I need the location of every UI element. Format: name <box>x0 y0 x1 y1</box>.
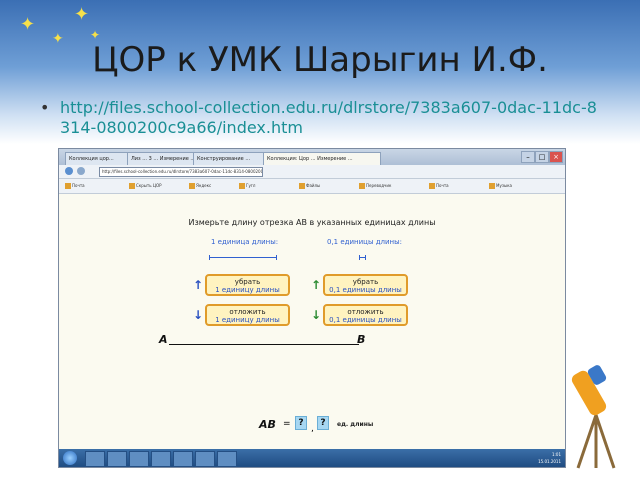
taskbar-app-icon[interactable] <box>129 451 149 467</box>
arrow-up-icon: ↑ <box>193 278 204 292</box>
taskbar-app-icon[interactable] <box>217 451 237 467</box>
equals-sign: = <box>283 419 291 429</box>
task-text: Измерьте длину отрезка AB в указанных ед… <box>188 218 436 227</box>
taskbar-app-icon[interactable] <box>107 451 127 467</box>
decimal-comma: , <box>311 424 314 434</box>
bullet-item: • http://files.school-collection.edu.ru/… <box>40 98 604 138</box>
point-a-label: A <box>159 333 168 346</box>
unit1-label: 1 единица длины: <box>211 238 279 246</box>
embedded-browser-screenshot: Коллекция цор... Лиз ... 3 ... Измерение… <box>58 148 566 468</box>
bullet-dot: • <box>40 98 50 117</box>
browser-tab[interactable]: Конструирование ... <box>193 152 267 165</box>
unit01-ruler <box>359 255 366 260</box>
toolbar-item[interactable]: Яндекс <box>189 182 211 190</box>
maximize-icon[interactable]: □ <box>535 151 549 163</box>
firefox-icon[interactable] <box>151 451 171 467</box>
bookmark-icon <box>299 183 305 189</box>
toolbar-item[interactable]: Почта <box>429 182 449 190</box>
remove-unit1-button[interactable]: убрать 1 единицу длины <box>205 274 290 296</box>
resource-link[interactable]: http://files.school-collection.edu.ru/dl… <box>44 98 604 138</box>
unit01-label: 0,1 единицы длины: <box>327 238 403 246</box>
arrow-up-icon: ↑ <box>311 278 322 292</box>
toolbar-item[interactable]: Гугл <box>239 182 255 190</box>
address-bar-row: http://files.school-collection.edu.ru/dl… <box>59 165 565 179</box>
start-button-icon[interactable] <box>63 451 77 465</box>
arrow-down-icon: ↓ <box>193 308 204 322</box>
sparkle-icon: ✦ <box>20 14 36 35</box>
taskbar-app-icon[interactable] <box>195 451 215 467</box>
bookmark-icon <box>189 183 195 189</box>
bookmark-icon <box>489 183 495 189</box>
point-b-label: B <box>357 333 366 346</box>
skype-icon[interactable] <box>173 451 193 467</box>
windows-taskbar: 1:01 15.01.2011 <box>59 449 565 467</box>
back-icon[interactable] <box>65 167 73 175</box>
close-icon[interactable]: × <box>549 151 563 163</box>
system-tray-clock: 1:01 15.01.2011 <box>538 452 561 464</box>
exercise-area: Измерьте длину отрезка AB в указанных ед… <box>59 194 565 449</box>
sparkle-icon: ✦ <box>74 4 90 25</box>
browser-tab[interactable]: Лиз ... 3 ... Измерение ... <box>127 152 197 165</box>
browser-tab-bar: Коллекция цор... Лиз ... 3 ... Измерение… <box>59 149 565 165</box>
toolbar-item[interactable]: Почта <box>65 182 85 190</box>
address-input[interactable]: http://files.school-collection.edu.ru/dl… <box>99 167 263 177</box>
add-unit01-button[interactable]: отложить 0,1 единицы длины <box>323 304 408 326</box>
browser-tab-active[interactable]: Коллекция: Цор ... Измерение ... <box>263 152 381 165</box>
slide-title: ЦОР к УМК Шарыгин И.Ф. <box>92 40 548 80</box>
units-label: ед. длины <box>337 421 374 428</box>
bookmark-icon <box>239 183 245 189</box>
arrow-down-icon: ↓ <box>311 308 322 322</box>
toolbar-item[interactable]: Музыка <box>489 182 512 190</box>
remove-unit01-button[interactable]: убрать 0,1 единицы длины <box>323 274 408 296</box>
bookmark-icon <box>65 183 71 189</box>
answer-integer-box[interactable]: ? <box>295 416 307 430</box>
taskbar-app-icon[interactable] <box>85 451 105 467</box>
segment-ab <box>169 344 359 345</box>
bookmark-icon <box>129 183 135 189</box>
minimize-icon[interactable]: – <box>521 151 535 163</box>
bookmarks-toolbar: Почта Скрыть ЦОР Яндекс Гугл Файлы Перев… <box>59 179 565 194</box>
toolbar-item[interactable]: Переводчик <box>359 182 391 190</box>
add-unit1-button[interactable]: отложить 1 единицу длины <box>205 304 290 326</box>
unit1-ruler <box>209 255 277 260</box>
toolbar-item[interactable]: Скрыть ЦОР <box>129 182 162 190</box>
browser-tab[interactable]: Коллекция цор... <box>65 152 131 165</box>
ab-label: AB <box>259 418 276 431</box>
bookmark-icon <box>429 183 435 189</box>
bookmark-icon <box>359 183 365 189</box>
forward-icon[interactable] <box>77 167 85 175</box>
telescope-icon <box>571 365 616 469</box>
answer-decimal-box[interactable]: ? <box>317 416 329 430</box>
toolbar-item[interactable]: Файлы <box>299 182 320 190</box>
